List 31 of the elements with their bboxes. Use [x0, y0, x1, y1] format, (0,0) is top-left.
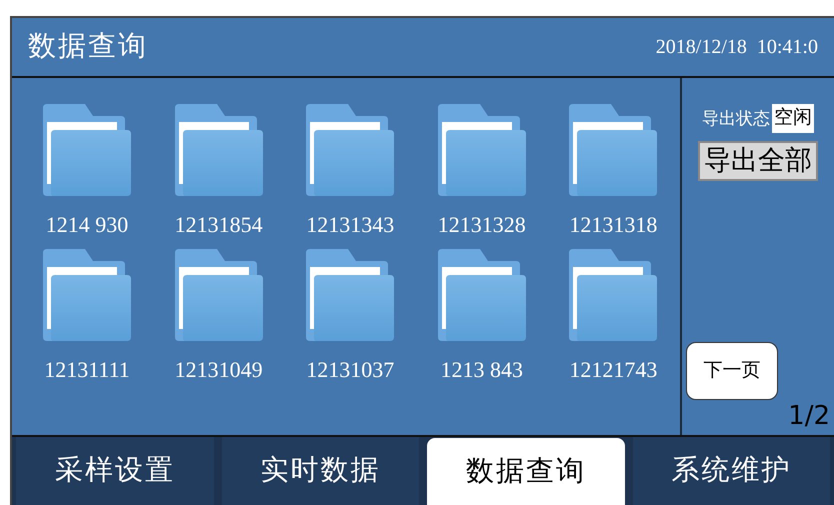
- next-page-button[interactable]: 下一页: [686, 342, 778, 400]
- folder-icon: [43, 104, 131, 196]
- folder-name[interactable]: 12131049: [174, 353, 263, 386]
- page-title: 数据查询: [28, 30, 148, 64]
- folder-name[interactable]: 12131318: [569, 208, 658, 241]
- folder-icon: [174, 104, 263, 196]
- nav-tab[interactable]: 采样设置: [16, 437, 214, 505]
- folder-name[interactable]: 12131854: [174, 208, 263, 241]
- folder-icon: [306, 104, 394, 196]
- folder-icon: [438, 104, 526, 196]
- export-status-value: 空闲: [772, 104, 814, 132]
- folder-icon: [569, 249, 658, 341]
- folder-icon: [43, 249, 131, 341]
- nav-tab[interactable]: 系统维护: [632, 437, 830, 505]
- folder-name[interactable]: 12131343: [306, 208, 394, 241]
- folder-name[interactable]: 1214 930: [46, 208, 128, 241]
- page-indicator: 1/2: [788, 403, 830, 429]
- folder-name[interactable]: 12131328: [438, 208, 526, 241]
- date-time: 2018/12/18 10:41:0: [656, 35, 818, 60]
- folder-icon: [306, 249, 394, 341]
- nav-tab[interactable]: 实时数据: [222, 437, 419, 505]
- export-status-label: 导出状态: [702, 108, 770, 130]
- folder-name[interactable]: 12131037: [306, 353, 394, 386]
- folder-icon: [569, 104, 658, 196]
- folder-name[interactable]: 12121743: [569, 353, 658, 386]
- export-all-button[interactable]: 导出全部: [698, 140, 818, 180]
- folder-name[interactable]: 1213 843: [440, 353, 524, 386]
- nav-tab[interactable]: 数据查询: [427, 438, 624, 505]
- folder-icon: [438, 249, 526, 341]
- folder-name[interactable]: 12131111: [44, 353, 130, 386]
- folder-icon: [174, 249, 263, 341]
